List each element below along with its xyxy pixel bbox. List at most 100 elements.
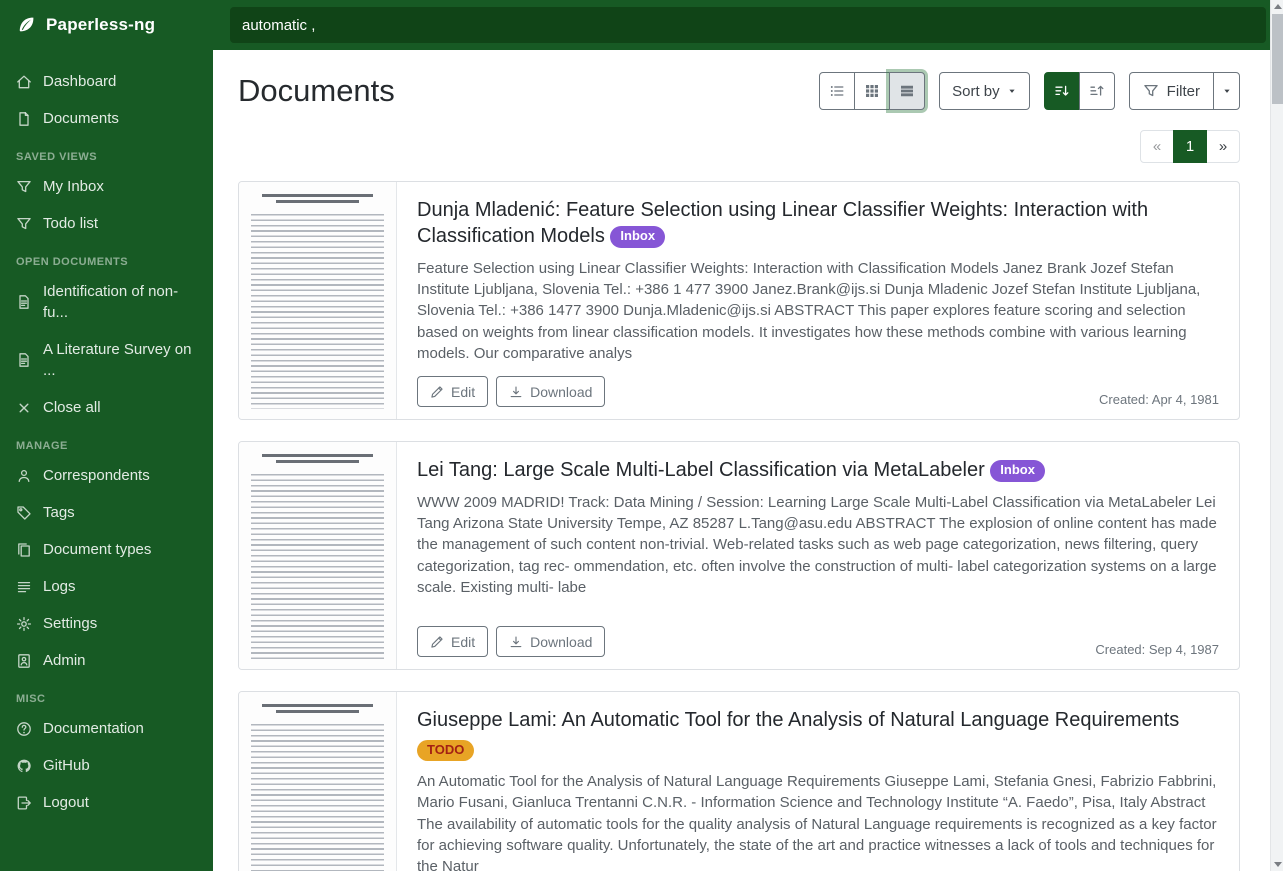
sort-descending-button[interactable] [1044, 72, 1080, 110]
caret-down-icon [1007, 86, 1017, 96]
filter-caret-button[interactable] [1213, 72, 1240, 110]
sidebar-item-document-types[interactable]: Document types [0, 531, 213, 568]
document-title-link[interactable]: Lei Tang: Large Scale Multi-Label Classi… [417, 457, 1219, 483]
sidebar-item-label: My Inbox [43, 176, 104, 197]
sidebar-item-open-doc-2[interactable]: A Literature Survey on ... [0, 331, 213, 389]
document-thumbnail[interactable] [239, 692, 397, 871]
list-view-button[interactable] [819, 72, 855, 110]
current-page-button[interactable]: 1 [1173, 130, 1207, 163]
documents-page: Documents Sort by [213, 50, 1270, 871]
detail-view-icon [899, 83, 915, 99]
edit-label: Edit [451, 384, 475, 400]
document-snippet: WWW 2009 MADRID! Track: Data Mining / Se… [417, 492, 1219, 598]
person-icon [16, 468, 32, 484]
sidebar-item-open-doc-1[interactable]: Identification of non-fu... [0, 273, 213, 331]
document-title: Giuseppe Lami: An Automatic Tool for the… [417, 709, 1179, 731]
app-root: Paperless-ng Dashboard Documents SAVED V… [0, 0, 1270, 871]
sidebar-item-admin[interactable]: Admin [0, 642, 213, 679]
file-text-icon [16, 294, 32, 310]
funnel-icon [16, 179, 32, 195]
download-button[interactable]: Download [496, 376, 605, 407]
download-label: Download [530, 384, 592, 400]
download-icon [509, 385, 523, 399]
sidebar-item-github[interactable]: GitHub [0, 747, 213, 784]
sidebar-item-close-all[interactable]: Close all [0, 389, 213, 426]
sidebar-item-label: Todo list [43, 213, 98, 234]
sort-descending-icon [1054, 83, 1070, 99]
sort-ascending-icon [1089, 83, 1105, 99]
sidebar-item-label: Identification of non-fu... [43, 281, 197, 323]
app-logo[interactable]: Paperless-ng [0, 0, 213, 49]
document-title-link[interactable]: Dunja Mladenić: Feature Selection using … [417, 197, 1219, 250]
scroll-down-button[interactable] [1271, 858, 1283, 871]
edit-button[interactable]: Edit [417, 376, 488, 407]
question-circle-icon [16, 721, 32, 737]
document-title: Lei Tang: Large Scale Multi-Label Classi… [417, 459, 985, 481]
created-date: Created: Apr 4, 1981 [1099, 392, 1219, 407]
sidebar-item-settings[interactable]: Settings [0, 605, 213, 642]
sort-by-dropdown[interactable]: Sort by [939, 72, 1030, 110]
document-snippet: An Automatic Tool for the Analysis of Na… [417, 771, 1219, 871]
tag-icon [16, 505, 32, 521]
sidebar-nav: Dashboard Documents SAVED VIEWS My Inbox… [0, 49, 213, 821]
sidebar-item-tags[interactable]: Tags [0, 494, 213, 531]
tag-badge-todo[interactable]: TODO [417, 740, 474, 761]
sidebar-item-label: Logs [43, 576, 76, 597]
edit-label: Edit [451, 634, 475, 650]
sidebar-item-documentation[interactable]: Documentation [0, 710, 213, 747]
filter-button[interactable]: Filter [1129, 72, 1214, 110]
filter-group: Filter [1129, 72, 1240, 110]
sidebar-item-documents[interactable]: Documents [0, 100, 213, 137]
file-text-icon [16, 352, 32, 368]
document-thumbnail[interactable] [239, 182, 397, 419]
scroll-up-button[interactable] [1271, 0, 1283, 13]
detail-view-button[interactable] [889, 72, 925, 110]
toolbar-controls: Sort by Filter [819, 72, 1240, 110]
sidebar-item-logs[interactable]: Logs [0, 568, 213, 605]
sidebar-item-label: Documentation [43, 718, 144, 739]
main-column: Documents Sort by [213, 0, 1270, 871]
view-mode-group [819, 72, 925, 110]
sort-ascending-button[interactable] [1079, 72, 1115, 110]
files-icon [16, 542, 32, 558]
pagination-row: « 1 » [238, 130, 1240, 163]
sidebar-item-my-inbox[interactable]: My Inbox [0, 168, 213, 205]
sidebar-item-dashboard[interactable]: Dashboard [0, 63, 213, 100]
scrollbar[interactable] [1270, 0, 1283, 871]
document-card-body: Lei Tang: Large Scale Multi-Label Classi… [397, 442, 1239, 669]
grid-view-icon [864, 83, 880, 99]
sidebar-section-manage: MANAGE [0, 426, 213, 457]
funnel-icon [1143, 83, 1159, 99]
document-snippet: Feature Selection using Linear Classifie… [417, 258, 1219, 364]
next-page-button[interactable]: » [1206, 130, 1240, 163]
sidebar-item-todo-list[interactable]: Todo list [0, 205, 213, 242]
thumbnail-title-lines [249, 704, 386, 713]
github-icon [16, 758, 32, 774]
sidebar-item-label: Documents [43, 108, 119, 129]
sidebar-item-logout[interactable]: Logout [0, 784, 213, 821]
sidebar-section-open-documents: OPEN DOCUMENTS [0, 242, 213, 273]
sidebar-section-saved-views: SAVED VIEWS [0, 137, 213, 168]
tag-badge-inbox[interactable]: Inbox [990, 460, 1045, 481]
sidebar: Paperless-ng Dashboard Documents SAVED V… [0, 0, 213, 871]
previous-page-button[interactable]: « [1140, 130, 1174, 163]
document-thumbnail[interactable] [239, 442, 397, 669]
sidebar-section-misc: MISC [0, 679, 213, 710]
thumbnail-text-lines [251, 724, 384, 871]
document-title-link[interactable]: Giuseppe Lami: An Automatic Tool for the… [417, 707, 1219, 733]
sidebar-item-label: Document types [43, 539, 151, 560]
documents-toolbar: Documents Sort by [238, 72, 1240, 110]
sidebar-item-correspondents[interactable]: Correspondents [0, 457, 213, 494]
grid-view-button[interactable] [854, 72, 890, 110]
person-badge-icon [16, 653, 32, 669]
download-button[interactable]: Download [496, 626, 605, 657]
search-input[interactable] [230, 7, 1266, 43]
app-title: Paperless-ng [46, 15, 155, 35]
scrollbar-thumb[interactable] [1272, 14, 1283, 104]
card-footer: Edit Download Created: Sep 4, 1987 [417, 626, 1219, 657]
tag-badge-inbox[interactable]: Inbox [610, 226, 665, 247]
edit-button[interactable]: Edit [417, 626, 488, 657]
top-header [213, 0, 1270, 50]
house-icon [16, 74, 32, 90]
tag-row: TODO [417, 740, 1219, 761]
